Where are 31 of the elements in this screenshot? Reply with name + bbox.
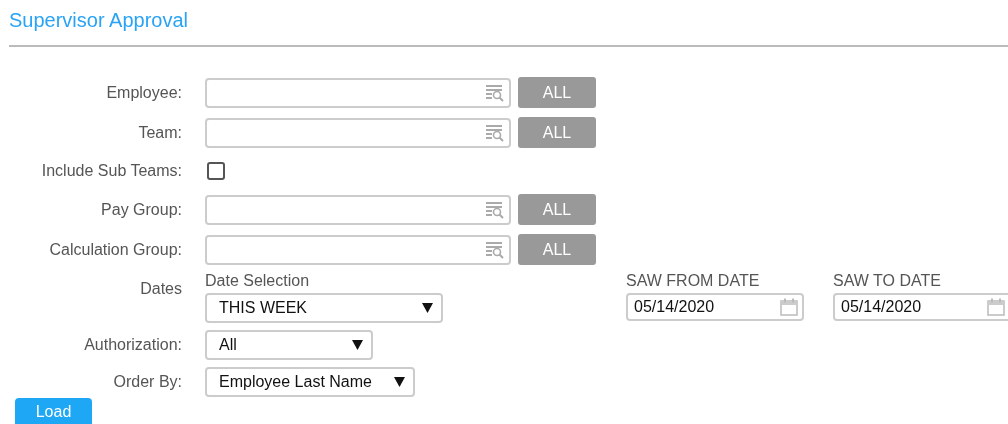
lookup-field[interactable] — [205, 234, 511, 265]
calendar-icon[interactable] — [987, 298, 1005, 316]
date-field[interactable]: 05/14/2020 — [833, 293, 1008, 321]
page-title: Supervisor Approval — [9, 8, 189, 33]
lookup-icon[interactable] — [485, 83, 505, 102]
lookup-icon[interactable] — [485, 240, 505, 259]
field-label: Employee: — [105, 83, 182, 102]
field-label: Calculation Group: — [48, 240, 182, 259]
dropdown[interactable]: All — [205, 330, 373, 360]
field-label: Team: — [137, 123, 182, 142]
field-label: SAW TO DATE — [833, 272, 942, 290]
calendar-icon[interactable] — [780, 298, 798, 316]
dropdown[interactable]: THIS WEEK — [205, 293, 443, 323]
field-label: Order By: — [112, 373, 182, 391]
lookup-field[interactable] — [205, 194, 511, 225]
caret-icon — [352, 340, 363, 350]
checkbox[interactable] — [207, 162, 225, 180]
field-label: SAW FROM DATE — [626, 272, 761, 290]
field-label: Date Selection — [205, 272, 311, 290]
lookup-field[interactable] — [205, 77, 511, 108]
caret-icon — [394, 377, 405, 387]
lookup-field[interactable] — [205, 117, 511, 148]
field-label: Authorization: — [83, 336, 182, 354]
dropdown[interactable]: Employee Last Name — [205, 367, 415, 397]
field-label: Include Sub Teams: — [40, 162, 182, 180]
lookup-icon[interactable] — [485, 200, 505, 219]
field-label: Dates — [139, 280, 182, 298]
lookup-icon[interactable] — [485, 123, 505, 142]
date-field[interactable]: 05/14/2020 — [626, 293, 804, 321]
field-label: Pay Group: — [100, 200, 182, 219]
caret-icon — [422, 303, 433, 313]
